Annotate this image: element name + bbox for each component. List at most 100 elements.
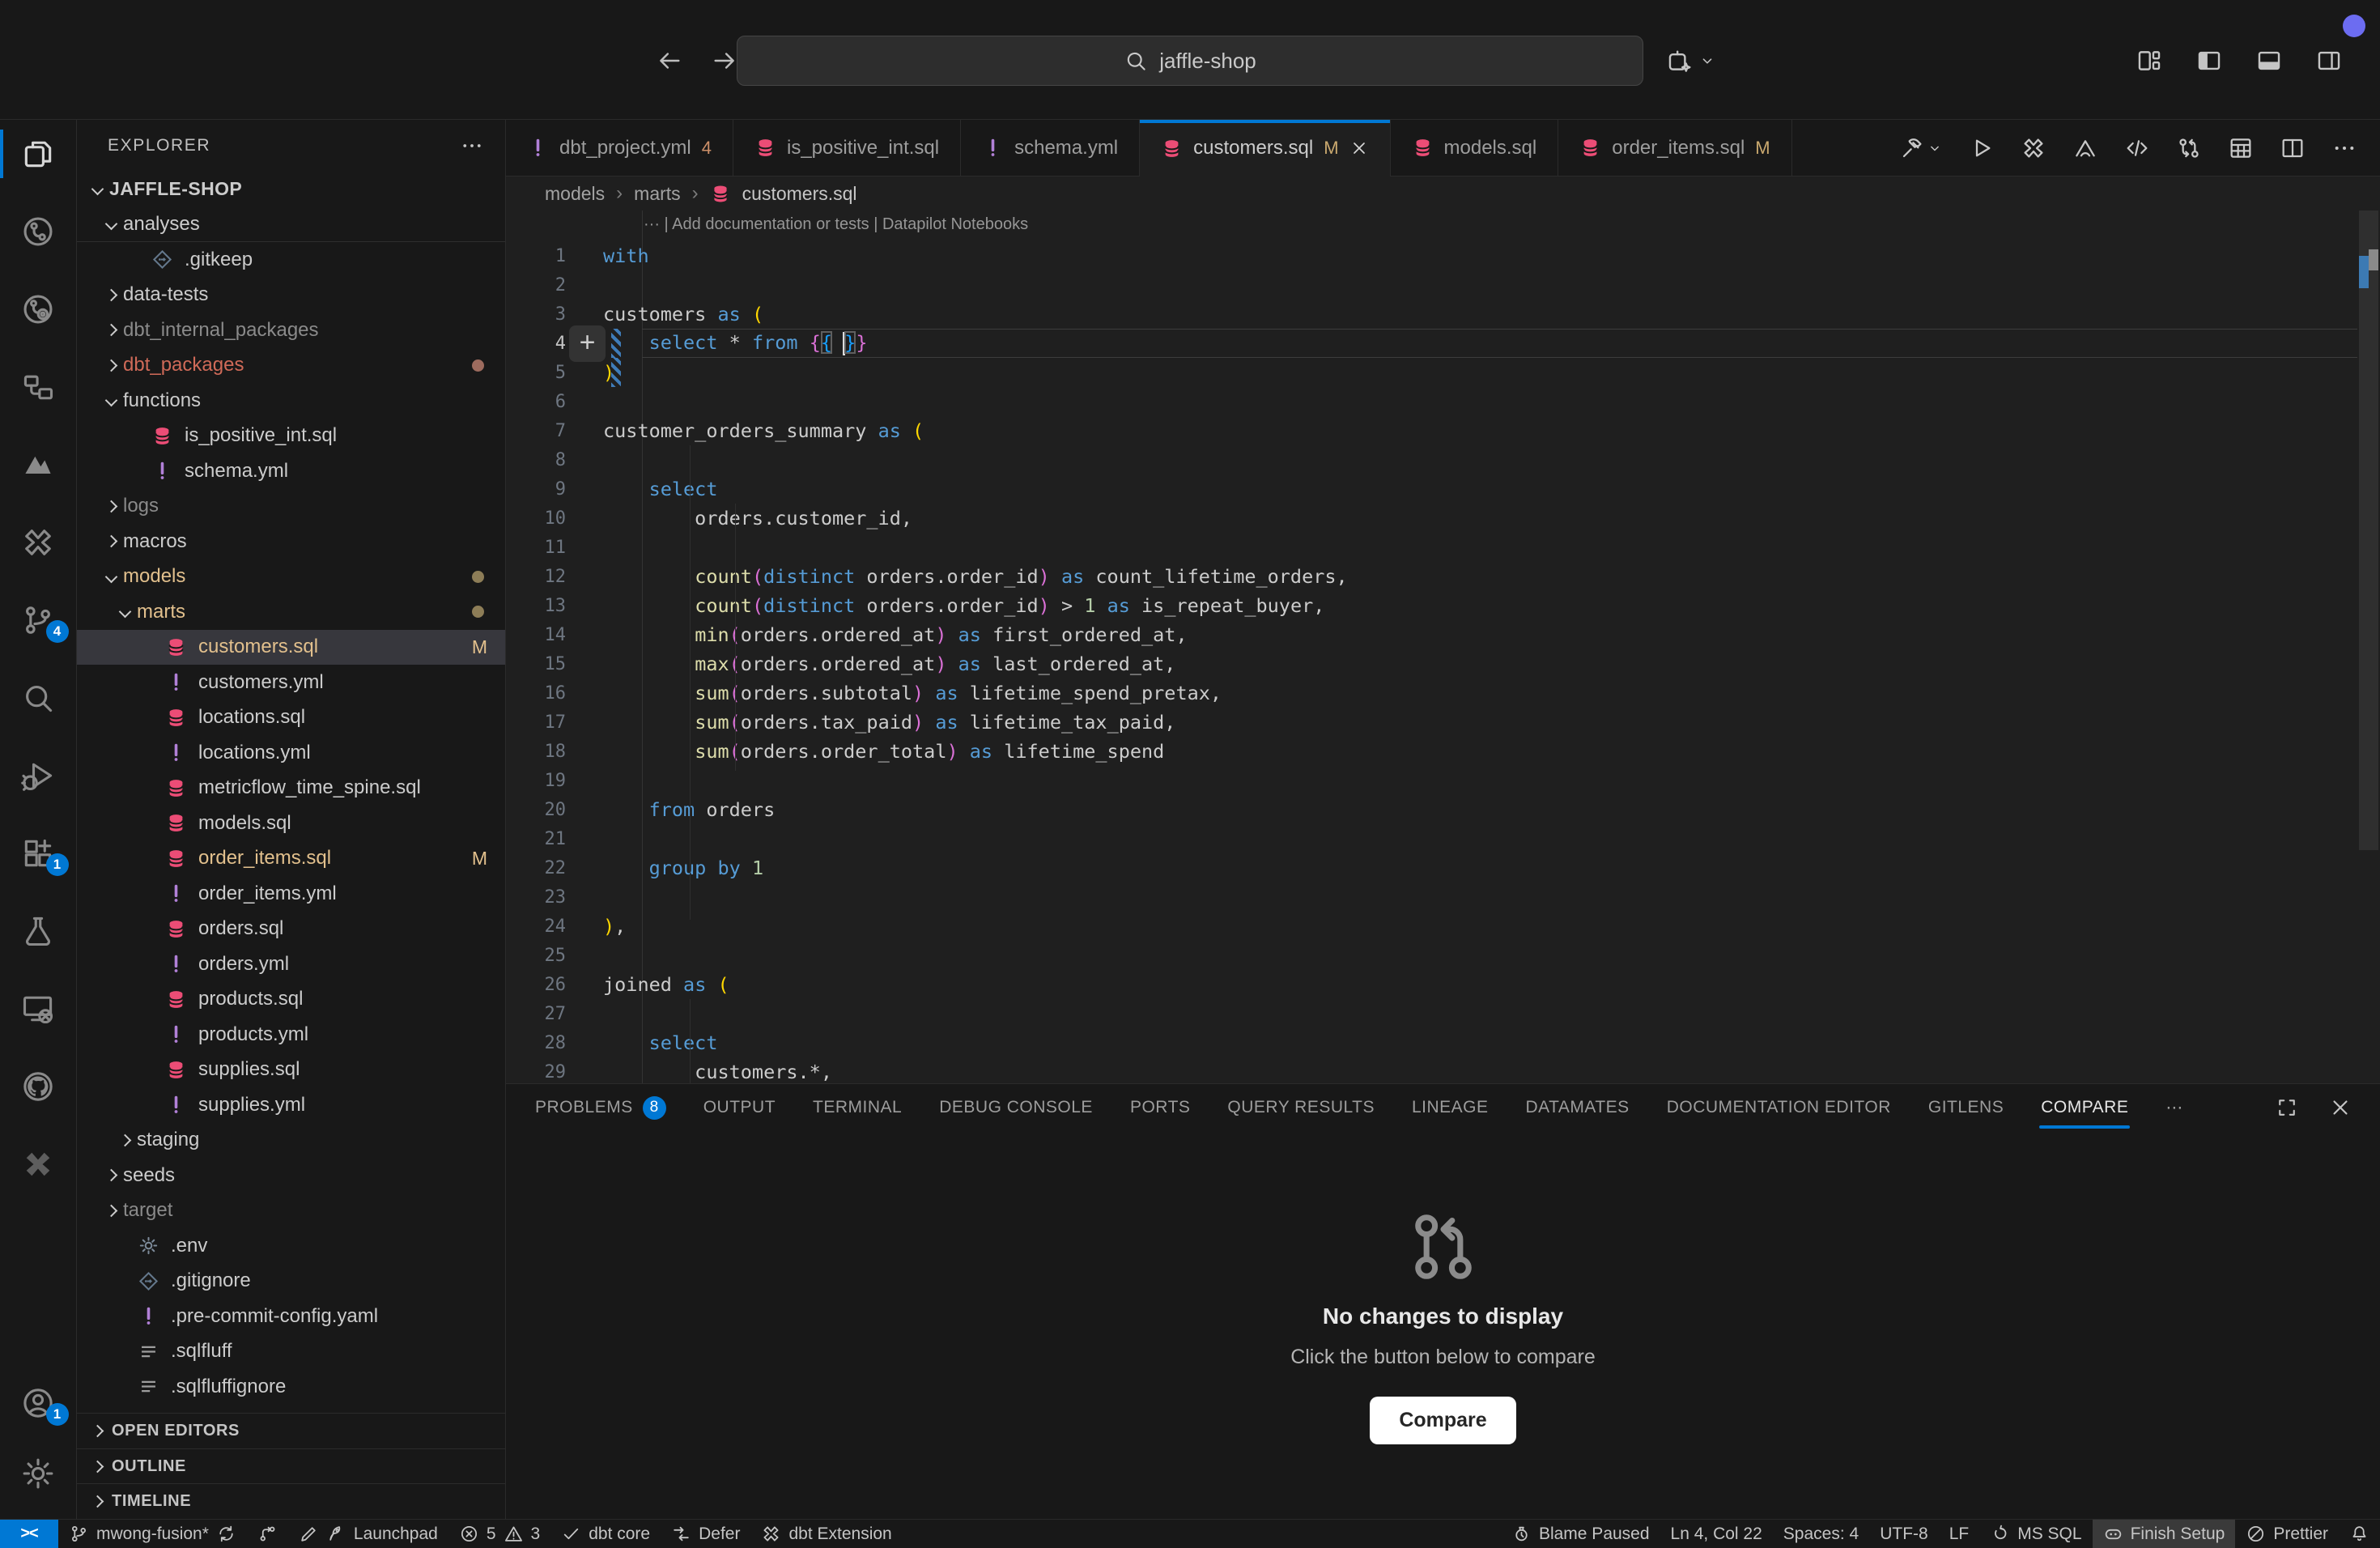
git-graph-status[interactable] [247,1520,288,1548]
tree-item[interactable]: JAFFLE-SHOP [77,172,505,207]
tree-item[interactable]: seeds [77,1158,505,1193]
tree-item[interactable]: orders.sql [77,912,505,947]
back-icon[interactable] [656,47,683,74]
eol[interactable]: LF [1939,1520,1980,1548]
panel-tab[interactable]: QUERY RESULTS [1227,1098,1375,1117]
tree-item[interactable]: order_items.sql M [77,841,505,877]
tree-item[interactable]: .sqlfluffignore [77,1369,505,1405]
branch-status[interactable]: mwong-fusion* [58,1520,247,1548]
toggle-panel-icon[interactable] [2255,47,2283,74]
tree-item[interactable]: .sqlfluff [77,1334,505,1370]
tree-item[interactable]: dbt_packages [77,348,505,384]
close-icon[interactable] [1349,138,1369,158]
toggle-secondary-sidebar-icon[interactable] [2315,47,2343,74]
command-center-search[interactable]: jaffle-shop [737,36,1643,86]
copilot-button[interactable] [1666,47,1716,74]
language-mode[interactable]: MS SQL [1979,1520,2092,1548]
testing[interactable] [0,913,77,949]
tree-item[interactable]: supplies.sql [77,1053,505,1088]
breadcrumb-file[interactable]: customers.sql [742,183,857,205]
tree-item[interactable]: functions [77,383,505,419]
close-panel-icon[interactable] [2328,1095,2352,1120]
encoding[interactable]: UTF-8 [1869,1520,1939,1548]
dbt-power-user-action[interactable] [2021,135,2046,161]
blame-status[interactable]: Blame Paused [1501,1520,1660,1548]
dbt-extension-status[interactable]: dbt Extension [750,1520,902,1548]
tree-item[interactable]: metricflow_time_spine.sql [77,771,505,806]
github[interactable] [0,1069,77,1104]
toggle-sidebar-icon[interactable] [2195,47,2223,74]
remote-explorer[interactable] [0,991,77,1027]
source-control[interactable]: 4 [0,602,77,638]
more-actions[interactable] [2331,135,2357,161]
dbt-action[interactable] [2072,135,2098,161]
problems-status[interactable]: 5 3 [448,1520,550,1548]
tree-item[interactable]: order_items.yml [77,876,505,912]
tree-item[interactable]: .pre-commit-config.yaml [77,1299,505,1334]
panel-tab[interactable]: DATAMATES [1526,1098,1630,1117]
editor-tab[interactable]: models.sql [1391,120,1559,176]
tree-item[interactable]: data-tests [77,278,505,313]
tree-item[interactable]: .env [77,1228,505,1264]
compiled-code-action[interactable] [2124,135,2150,161]
run-and-debug[interactable] [0,758,77,793]
lineage[interactable] [0,369,77,405]
query-results-action[interactable] [2228,135,2254,161]
forward-icon[interactable] [711,47,738,74]
tree-item[interactable]: schema.yml [77,453,505,489]
tree-item[interactable]: is_positive_int.sql [77,419,505,454]
tree-item[interactable]: marts [77,594,505,630]
panel-tab[interactable]: OUTPUT [703,1098,776,1117]
add-icon[interactable]: + [569,325,606,362]
copilot-setup[interactable]: Finish Setup [2093,1520,2236,1548]
tree-item[interactable]: dbt_internal_packages [77,313,505,348]
tree-item[interactable]: target [77,1193,505,1229]
tree-item[interactable]: customers.yml [77,665,505,700]
tree-item[interactable]: models.sql [77,806,505,841]
notifications[interactable] [2339,1520,2380,1548]
split-editor-action[interactable] [2280,135,2306,161]
panel-tab[interactable]: DEBUG CONSOLE [939,1098,1093,1117]
maximize-panel-icon[interactable] [2275,1095,2299,1120]
prettier-status[interactable]: Prettier [2235,1520,2339,1548]
accounts[interactable]: 1 [0,1385,77,1421]
editor-tab[interactable]: dbt_project.yml 4 [506,120,733,176]
tree-item[interactable]: locations.sql [77,700,505,736]
defer-status[interactable]: Defer [661,1520,750,1548]
tree-item[interactable]: .gitkeep [77,242,505,278]
codelens-actions[interactable]: ··· | Add documentation or tests | Datap… [644,215,1028,234]
tree-item[interactable]: products.yml [77,1017,505,1053]
run-action[interactable] [1969,135,1995,161]
tree-item[interactable]: models [77,559,505,595]
panel-tab[interactable]: TERMINAL [813,1098,902,1117]
editor-tab[interactable]: schema.yml [961,120,1140,176]
compare-button[interactable]: Compare [1370,1397,1515,1444]
dbt-power-user[interactable] [0,525,77,560]
tree-item[interactable]: customers.sql M [77,630,505,666]
search[interactable] [0,680,77,716]
panel-tab[interactable]: DOCUMENTATION EDITOR [1667,1098,1891,1117]
code-editor[interactable]: ··· | Add documentation or tests | Datap… [506,211,2380,1083]
editor-scrollbar[interactable] [2357,211,2380,1083]
tree-item[interactable]: analyses [77,207,505,243]
tree-item[interactable]: supplies.yml [77,1087,505,1123]
sidebar-section-header[interactable]: OPEN EDITORS [77,1413,505,1448]
git-graph[interactable] [0,214,77,249]
launchpad-status[interactable]: Launchpad [288,1520,448,1548]
panel-tab[interactable]: LINEAGE [1412,1098,1489,1117]
customize-layout-icon[interactable] [2136,47,2163,74]
sidebar-section-header[interactable]: OUTLINE [77,1448,505,1484]
more-actions-icon[interactable] [460,134,484,158]
tree-item[interactable]: staging [77,1123,505,1159]
extensions[interactable]: 1 [0,836,77,871]
explorer[interactable] [0,136,77,172]
panel-tab[interactable]: ⋯ [2165,1098,2183,1118]
dbt-core-status[interactable]: dbt core [550,1520,661,1548]
tree-item[interactable]: orders.yml [77,946,505,982]
datafold[interactable] [0,447,77,483]
breadcrumb-folder[interactable]: models [545,183,605,205]
tree-item[interactable]: .gitignore [77,1264,505,1299]
editor-tab[interactable]: is_positive_int.sql [733,120,961,176]
tree-item[interactable]: products.sql [77,982,505,1018]
breadcrumb-folder[interactable]: marts [634,183,681,205]
